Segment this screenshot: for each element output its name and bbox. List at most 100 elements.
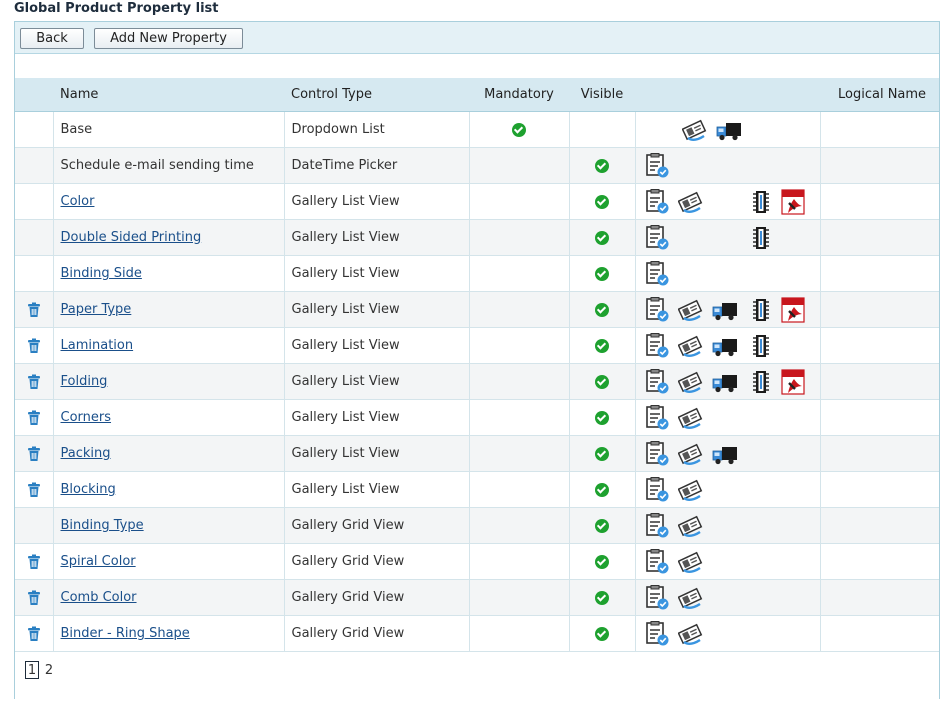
delivery-truck-icon[interactable] (712, 441, 738, 467)
clipboard-check-icon[interactable] (644, 189, 670, 215)
clipboard-check-icon[interactable] (644, 549, 670, 575)
price-icon[interactable] (677, 513, 704, 539)
price-icon[interactable] (677, 621, 704, 647)
pdf-icon[interactable] (780, 369, 806, 395)
actions-cell (634, 507, 821, 544)
chip-icon[interactable] (748, 333, 774, 359)
property-name-link[interactable]: Color (61, 194, 95, 209)
price-icon[interactable] (677, 189, 704, 215)
delivery-truck-icon[interactable] (712, 369, 738, 395)
property-name-link[interactable]: Corners (61, 410, 112, 425)
actions-cell (634, 183, 821, 220)
trash-icon[interactable] (27, 446, 41, 461)
trash-icon[interactable] (27, 374, 41, 389)
mandatory-cell (468, 183, 570, 220)
delete-cell (15, 291, 54, 328)
visible-cell (568, 471, 636, 508)
price-icon[interactable] (677, 369, 704, 395)
clipboard-check-icon[interactable] (644, 441, 670, 467)
check-icon (595, 158, 609, 173)
control-type-cell: Gallery List View (283, 219, 470, 256)
logical-name-cell (819, 615, 939, 652)
clipboard-check-icon[interactable] (644, 513, 670, 539)
delivery-truck-icon[interactable] (712, 297, 738, 323)
clipboard-check-icon[interactable] (644, 225, 670, 251)
price-icon[interactable] (677, 333, 704, 359)
delivery-truck-icon[interactable] (712, 333, 738, 359)
price-icon[interactable] (677, 549, 704, 575)
chip-icon[interactable] (748, 189, 774, 215)
clipboard-check-icon[interactable] (644, 585, 670, 611)
logical-name-cell (819, 543, 939, 580)
control-type-cell: Gallery List View (283, 399, 470, 436)
name-cell: Blocking (52, 471, 285, 508)
property-name-link[interactable]: Double Sided Printing (61, 230, 202, 245)
table-row: Packing Gallery List View (15, 435, 939, 472)
table-row: Binding Type Gallery Grid View (15, 507, 939, 544)
visible-cell (568, 435, 636, 472)
price-icon[interactable] (677, 477, 704, 503)
price-icon[interactable] (677, 585, 704, 611)
visible-cell (568, 327, 636, 364)
delete-cell (15, 255, 54, 292)
property-name-link[interactable]: Comb Color (61, 590, 137, 605)
property-name-link[interactable]: Spiral Color (61, 554, 136, 569)
trash-icon[interactable] (27, 482, 41, 497)
chip-icon[interactable] (748, 369, 774, 395)
trash-icon[interactable] (27, 302, 41, 317)
header-control-type: Control Type (284, 78, 469, 112)
property-name-link[interactable]: Packing (61, 446, 111, 461)
clipboard-check-icon[interactable] (644, 405, 670, 431)
clipboard-check-icon[interactable] (644, 153, 670, 179)
add-new-property-button[interactable]: Add New Property (94, 28, 243, 49)
clipboard-check-icon[interactable] (644, 477, 670, 503)
trash-icon[interactable] (27, 338, 41, 353)
page-1-link[interactable]: 1 (25, 661, 39, 679)
delivery-truck-icon[interactable] (716, 117, 742, 143)
chip-icon[interactable] (748, 225, 774, 251)
check-icon (595, 302, 609, 317)
check-icon (595, 446, 609, 461)
property-name-link[interactable]: Binder - Ring Shape (61, 626, 190, 641)
price-icon[interactable] (677, 405, 704, 431)
trash-icon[interactable] (27, 410, 41, 425)
clipboard-check-icon[interactable] (644, 369, 670, 395)
back-button[interactable]: Back (20, 28, 84, 49)
chip-icon[interactable] (748, 297, 774, 323)
clipboard-check-icon[interactable] (644, 621, 670, 647)
visible-cell (568, 255, 636, 292)
trash-icon[interactable] (27, 554, 41, 569)
pdf-icon[interactable] (780, 189, 806, 215)
actions-cell (634, 543, 821, 580)
header-delete (15, 78, 53, 112)
property-name-link[interactable]: Paper Type (61, 302, 132, 317)
property-name-link[interactable]: Folding (61, 374, 108, 389)
clipboard-check-icon[interactable] (644, 261, 670, 287)
pdf-icon[interactable] (780, 297, 806, 323)
name-cell: Base (52, 111, 285, 148)
clipboard-check-icon[interactable] (644, 297, 670, 323)
clipboard-check-icon[interactable] (644, 333, 670, 359)
property-name-link[interactable]: Binding Type (61, 518, 144, 533)
table-row: Blocking Gallery List View (15, 471, 939, 508)
price-icon[interactable] (681, 117, 708, 143)
trash-icon[interactable] (27, 590, 41, 605)
property-name-link[interactable]: Lamination (61, 338, 134, 353)
control-type-cell: Gallery List View (283, 435, 470, 472)
page-title: Global Product Property list (14, 1, 219, 16)
control-type-cell: Gallery Grid View (283, 507, 470, 544)
property-name-link[interactable]: Blocking (61, 482, 116, 497)
table-row: Paper Type Gallery List View (15, 291, 939, 328)
price-icon[interactable] (677, 297, 704, 323)
mandatory-cell (468, 327, 570, 364)
delete-cell (15, 471, 54, 508)
check-icon (595, 626, 609, 641)
table-row: Schedule e-mail sending time DateTime Pic… (15, 147, 939, 184)
property-name-link[interactable]: Binding Side (61, 266, 142, 281)
logical-name-cell (819, 363, 939, 400)
delete-cell (15, 579, 54, 616)
price-icon[interactable] (677, 441, 704, 467)
trash-icon[interactable] (27, 626, 41, 641)
name-cell: Spiral Color (52, 543, 285, 580)
page-2-link[interactable]: 2 (42, 662, 56, 680)
